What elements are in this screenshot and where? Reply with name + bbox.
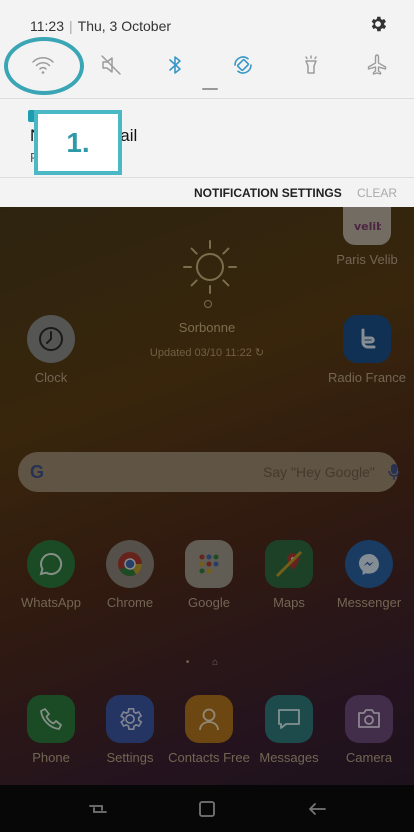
camera-icon [345,695,393,743]
contacts-icon [185,695,233,743]
recents-icon[interactable] [86,797,110,821]
clock-icon [27,315,75,363]
step-label-box: 1. [34,110,122,175]
app-google-folder[interactable]: Google [168,540,250,610]
navigation-bar [0,785,414,832]
chrome-icon [106,540,154,588]
app-maps[interactable]: Maps [248,540,330,610]
status-time: 11:23 [30,18,64,34]
app-clock[interactable]: Clock [10,315,92,385]
mute-icon[interactable] [98,52,124,78]
app-settings[interactable]: Settings [89,695,171,765]
status-bar: 11:23 | Thu, 3 October [0,0,414,40]
notification-settings-button[interactable]: NOTIFICATION SETTINGS [194,186,342,200]
clear-button[interactable]: CLEAR [357,186,397,200]
messenger-icon [345,540,393,588]
hey-google-hint: Say "Hey Google" [263,464,375,480]
app-paris-velib[interactable]: velib Paris Velib [326,207,408,267]
messages-icon [265,695,313,743]
settings-icon [106,695,154,743]
notification-shade: 11:23|Thu, 3 October Nail F NOTIFICATION… [0,0,414,207]
home-screen: Sorbonne Updated 03/10 11:22 ↻ Clock vel… [0,207,414,832]
page-indicator: • ⌂ [185,657,229,668]
maps-icon [265,540,313,588]
google-folder-icon [185,540,233,588]
status-time-date: 11:23 | Thu, 3 October [30,18,172,34]
app-messenger[interactable]: Messenger [328,540,410,610]
whatsapp-icon [27,540,75,588]
notification-actions: NOTIFICATION SETTINGS CLEAR [0,177,414,207]
google-search-bar[interactable]: G Say "Hey Google" [18,452,400,492]
location-pin-icon [204,300,212,308]
bluetooth-icon[interactable] [162,52,188,78]
shade-drag-handle[interactable] [202,88,218,90]
status-date: Thu, 3 October [77,18,172,34]
settings-gear-icon[interactable] [368,14,388,34]
google-g-icon: G [30,462,45,482]
mic-icon[interactable] [388,464,400,480]
phone-icon [27,695,75,743]
app-whatsapp[interactable]: WhatsApp [10,540,92,610]
app-phone[interactable]: Phone [10,695,92,765]
radio-france-icon [343,315,391,363]
velib-logo-icon: velib [343,207,391,245]
auto-rotate-icon[interactable] [230,52,256,78]
home-button-icon[interactable] [195,797,219,821]
app-contacts-free[interactable]: Contacts Free [168,695,250,765]
airplane-icon[interactable] [364,52,390,78]
app-messages[interactable]: Messages [248,695,330,765]
svg-text:velib: velib [354,220,381,233]
app-camera[interactable]: Camera [328,695,410,765]
app-chrome[interactable]: Chrome [89,540,171,610]
flashlight-icon[interactable] [298,52,324,78]
step-highlight-circle [4,37,84,95]
back-icon[interactable] [305,797,329,821]
app-radio-france[interactable]: Radio France [326,315,408,385]
sun-icon[interactable] [180,237,240,297]
